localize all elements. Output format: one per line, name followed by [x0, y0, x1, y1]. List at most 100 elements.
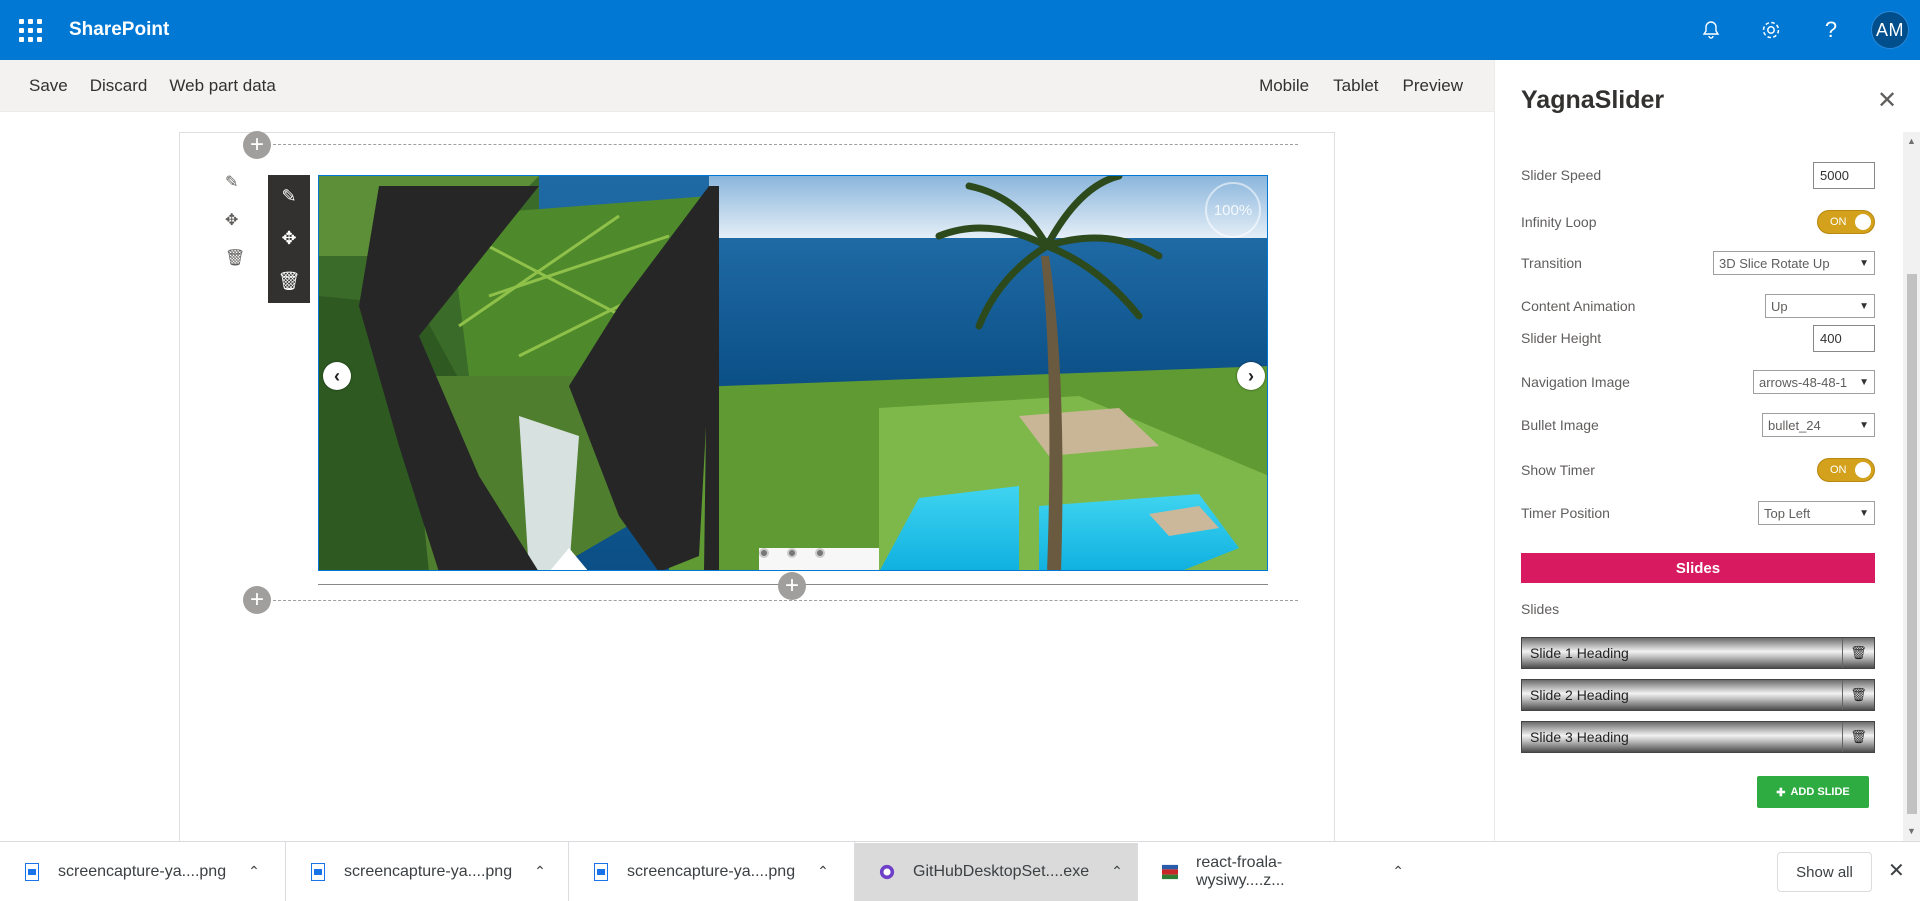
timer-position-dropdown[interactable]: Top Left ▼	[1758, 501, 1875, 525]
chevron-up-icon[interactable]: ⌃	[248, 863, 260, 880]
slide-image	[319, 176, 1267, 570]
edit-section-icon[interactable]: ✎	[225, 172, 245, 192]
notifications-button[interactable]	[1681, 0, 1741, 60]
download-item[interactable]: screencapture-ya....png ⌃	[0, 841, 286, 901]
content-animation-dropdown[interactable]: Up ▼	[1765, 294, 1875, 318]
plus-icon: +	[784, 572, 799, 599]
slider-bullet[interactable]	[759, 548, 769, 558]
close-pane-button[interactable]: ✕	[1877, 86, 1897, 115]
bullet-image-label: Bullet Image	[1521, 417, 1599, 433]
download-item[interactable]: GitHubDesktopSet....exe ⌃	[855, 842, 1138, 901]
slider-timer: 100%	[1205, 182, 1261, 238]
tablet-preview-button[interactable]: Tablet	[1323, 76, 1388, 96]
show-all-downloads-button[interactable]: Show all	[1777, 852, 1872, 892]
delete-slide-button[interactable]: 🗑	[1842, 638, 1874, 668]
image-file-icon	[593, 862, 609, 882]
slide-item[interactable]: Slide 2 Heading 🗑	[1521, 679, 1875, 711]
chevron-down-icon: ▼	[1859, 376, 1869, 388]
content-animation-value: Up	[1771, 298, 1788, 314]
slider-webpart[interactable]: 100% ‹ ›	[318, 175, 1268, 571]
show-timer-toggle[interactable]: ON	[1817, 458, 1875, 482]
scroll-up-icon[interactable]: ▲	[1907, 136, 1916, 146]
toggle-state: ON	[1830, 464, 1847, 476]
add-section-bottom-button[interactable]: +	[243, 586, 271, 614]
move-webpart-icon[interactable]: ✥	[281, 228, 296, 249]
slider-bullet[interactable]	[815, 548, 825, 558]
slider-bullet[interactable]	[787, 548, 797, 558]
slides-label: Slides	[1521, 601, 1560, 617]
infinity-loop-toggle[interactable]: ON	[1817, 210, 1875, 234]
delete-slide-button[interactable]: 🗑	[1842, 722, 1874, 752]
slider-height-input[interactable]: 400	[1813, 324, 1875, 352]
slide-item[interactable]: Slide 3 Heading 🗑	[1521, 721, 1875, 753]
timer-position-label: Timer Position	[1521, 505, 1610, 521]
close-icon: ✕	[1888, 860, 1905, 882]
mobile-preview-button[interactable]: Mobile	[1249, 76, 1319, 96]
navigation-image-dropdown[interactable]: arrows-48-48-1 ▼	[1753, 370, 1875, 394]
download-item[interactable]: screencapture-ya....png ⌃	[569, 841, 855, 901]
chevron-up-icon[interactable]: ⌃	[1111, 863, 1123, 880]
command-bar: Save Discard Web part data Mobile Tablet…	[0, 60, 1494, 112]
webpart-data-button[interactable]: Web part data	[159, 76, 285, 96]
chevron-up-icon[interactable]: ⌃	[817, 863, 829, 880]
property-pane: YagnaSlider ✕ Slider Speed 5000 Infinity…	[1494, 60, 1920, 841]
bullet-image-value: bullet_24	[1768, 417, 1821, 433]
chevron-up-icon[interactable]: ⌃	[1392, 863, 1404, 880]
add-slide-button[interactable]: ✚ ADD SLIDE	[1757, 776, 1869, 808]
slide-item[interactable]: Slide 1 Heading 🗑	[1521, 637, 1875, 669]
chevron-down-icon: ▼	[1859, 507, 1869, 519]
slider-prev-arrow[interactable]: ‹	[323, 362, 351, 390]
section-divider-top	[258, 144, 1298, 145]
delete-slide-button[interactable]: 🗑	[1842, 680, 1874, 710]
content-animation-field: Content Animation Up ▼	[1521, 291, 1875, 321]
section-tools: ✎ ✥ 🗑	[225, 172, 245, 268]
transition-dropdown[interactable]: 3D Slice Rotate Up ▼	[1713, 251, 1875, 275]
slider-height-label: Slider Height	[1521, 330, 1602, 346]
slide-heading: Slide 2 Heading	[1530, 687, 1629, 703]
toggle-state: ON	[1830, 216, 1847, 228]
add-webpart-button[interactable]: +	[778, 572, 806, 600]
chevron-down-icon: ▼	[1859, 419, 1869, 431]
chevron-up-icon[interactable]: ⌃	[534, 863, 546, 880]
delete-section-icon[interactable]: 🗑	[225, 248, 245, 268]
pane-scrollbar[interactable]: ▲ ▼	[1903, 132, 1920, 841]
show-timer-label: Show Timer	[1521, 462, 1595, 478]
transition-field: Transition 3D Slice Rotate Up ▼	[1521, 248, 1875, 278]
delete-webpart-icon[interactable]: 🗑	[278, 271, 301, 292]
brand-title[interactable]: SharePoint	[69, 19, 169, 41]
scroll-down-icon[interactable]: ▼	[1907, 826, 1916, 836]
navigation-image-field: Navigation Image arrows-48-48-1 ▼	[1521, 367, 1875, 397]
move-section-icon[interactable]: ✥	[225, 210, 245, 230]
avatar[interactable]: AM	[1871, 11, 1909, 49]
image-file-icon	[310, 862, 326, 882]
preview-button[interactable]: Preview	[1393, 76, 1473, 96]
download-filename: react-froala-wysiwy....z...	[1196, 853, 1285, 889]
scrollbar-thumb[interactable]	[1907, 274, 1917, 814]
close-download-bar-button[interactable]: ✕	[1888, 858, 1905, 883]
download-item[interactable]: react-froala-wysiwy....z... ⌃	[1138, 842, 1418, 901]
edit-webpart-icon[interactable]: ✎	[281, 186, 296, 207]
slides-section-header: Slides	[1521, 553, 1875, 583]
download-filename: GitHubDesktopSet....exe	[913, 862, 1090, 880]
navigation-image-value: arrows-48-48-1	[1759, 374, 1848, 390]
plus-icon: +	[249, 131, 264, 158]
trash-icon: 🗑	[1850, 729, 1867, 744]
discard-button[interactable]: Discard	[80, 76, 158, 96]
chevron-right-icon: ›	[1248, 365, 1254, 386]
download-bar: screencapture-ya....png ⌃ screencapture-…	[0, 841, 1920, 901]
bullet-image-dropdown[interactable]: bullet_24 ▼	[1762, 413, 1875, 437]
webpart-toolbar: ✎ ✥ 🗑	[268, 175, 310, 303]
app-launcher-button[interactable]	[0, 0, 60, 60]
slider-speed-input[interactable]: 5000	[1813, 161, 1875, 189]
bell-icon	[1702, 21, 1720, 39]
image-file-icon	[24, 862, 40, 882]
timer-position-field: Timer Position Top Left ▼	[1521, 498, 1875, 528]
help-button[interactable]: ?	[1801, 0, 1861, 60]
plus-icon: ✚	[1776, 786, 1786, 799]
add-section-top-button[interactable]: +	[243, 131, 271, 159]
download-item[interactable]: screencapture-ya....png ⌃	[286, 841, 569, 901]
save-button[interactable]: Save	[19, 76, 78, 96]
chevron-down-icon: ▼	[1859, 300, 1869, 312]
slider-next-arrow[interactable]: ›	[1237, 362, 1265, 390]
settings-button[interactable]	[1741, 0, 1801, 60]
